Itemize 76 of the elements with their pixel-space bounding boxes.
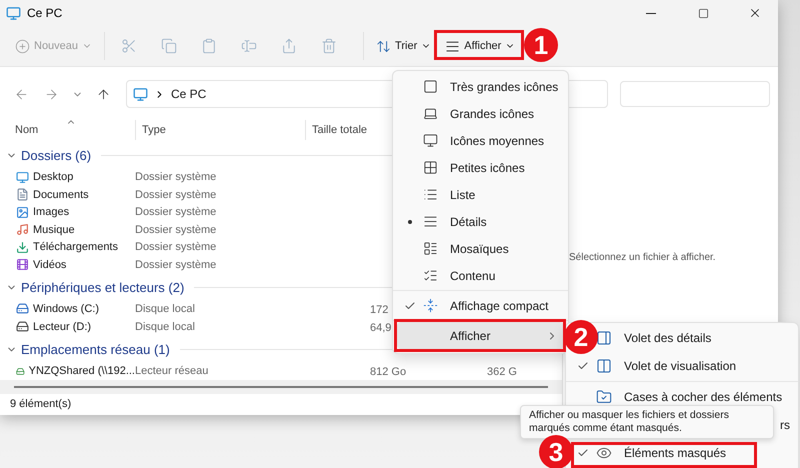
document-icon bbox=[16, 188, 29, 202]
menu-item[interactable]: Afficher bbox=[397, 322, 564, 349]
monitor-icon bbox=[16, 170, 29, 184]
file-type: Dossier système bbox=[135, 171, 218, 184]
file-size: 172 bbox=[370, 304, 388, 316]
window-title: Ce PC bbox=[27, 6, 64, 20]
panel-icon bbox=[596, 358, 612, 374]
menu-item[interactable]: Petites icônes bbox=[397, 154, 564, 181]
group-title[interactable]: Dossiers (6) bbox=[21, 148, 92, 164]
monitor-icon bbox=[6, 6, 21, 20]
file-name[interactable]: Documents bbox=[0, 188, 135, 202]
file-type: Lecteur réseau bbox=[135, 365, 210, 378]
file-name[interactable]: YNZQShared (\\192... bbox=[0, 364, 135, 378]
monitor-icon bbox=[423, 133, 438, 148]
menu-item[interactable]: Détails bbox=[397, 208, 564, 235]
file-type: Dossier système bbox=[135, 224, 218, 236]
image-icon bbox=[16, 206, 29, 219]
plus-icon bbox=[15, 38, 30, 54]
drive-icon bbox=[16, 320, 29, 334]
preview-message: Sélectionnez un fichier à afficher. bbox=[569, 252, 716, 263]
file-name[interactable]: Lecteur (D:) bbox=[0, 320, 135, 334]
column-header[interactable]: Type bbox=[135, 120, 305, 140]
file-name[interactable]: Téléchargements bbox=[0, 240, 135, 254]
file-type: Dossier système bbox=[135, 258, 218, 271]
group-title[interactable]: Emplacements réseau (1) bbox=[21, 342, 170, 357]
file-size: 64,9 bbox=[370, 322, 392, 334]
file-type: Disque local bbox=[135, 320, 196, 333]
lines-icon bbox=[423, 214, 438, 229]
file-name[interactable]: Images bbox=[0, 206, 135, 219]
file-type: Dossier système bbox=[135, 206, 218, 218]
drive-icon bbox=[16, 302, 29, 316]
address-path: Ce PC bbox=[171, 87, 206, 101]
grid-icon bbox=[423, 160, 438, 175]
menu-item[interactable]: Liste bbox=[397, 181, 564, 208]
file-name[interactable]: Desktop bbox=[0, 170, 135, 184]
menu-item[interactable]: Volet de visualisation bbox=[624, 359, 736, 373]
square-icon bbox=[423, 79, 438, 94]
menu-item[interactable]: Icônes moyennes bbox=[397, 127, 564, 154]
scrollbar[interactable] bbox=[0, 380, 562, 394]
maximize-icon bbox=[698, 8, 708, 18]
fold-icon bbox=[423, 298, 438, 313]
search-field[interactable] bbox=[620, 81, 770, 107]
item-count: 9 élément(s) bbox=[10, 398, 72, 410]
panel-icon bbox=[596, 330, 612, 346]
minimize-icon bbox=[646, 12, 656, 14]
group-title[interactable]: Périphériques et lecteurs (2) bbox=[21, 280, 184, 295]
sort-icon bbox=[376, 38, 392, 54]
menu-item[interactable]: Volet des détails bbox=[624, 331, 712, 345]
file-name[interactable]: Vidéos bbox=[0, 258, 135, 272]
menu-item[interactable]: Mosaïques bbox=[397, 235, 564, 262]
music-note-icon bbox=[16, 223, 29, 236]
file-name[interactable]: Musique bbox=[0, 223, 135, 236]
column-header[interactable]: Nom bbox=[0, 120, 135, 140]
sort-button[interactable]: Trier bbox=[373, 31, 434, 61]
menu-item[interactable]: Contenu bbox=[397, 262, 564, 289]
film-icon bbox=[16, 258, 29, 272]
menu-item[interactable]: rs bbox=[780, 418, 790, 432]
lines-icon bbox=[445, 38, 460, 54]
menu-item[interactable]: Cases à cocher des éléments bbox=[624, 390, 782, 404]
list-layout-icon bbox=[423, 241, 438, 256]
file-name[interactable]: Windows (C:) bbox=[0, 302, 135, 316]
checklist-icon bbox=[423, 268, 438, 283]
folder-check-icon bbox=[596, 389, 612, 405]
laptop-icon bbox=[423, 106, 438, 121]
file-size: 812 Go bbox=[370, 366, 406, 378]
file-type: Dossier système bbox=[135, 241, 218, 254]
file-type: Disque local bbox=[135, 302, 196, 315]
monitor-icon bbox=[133, 86, 148, 102]
file-type: Dossier système bbox=[135, 188, 218, 201]
tooltip: Afficher ou masquer les fichiers et dossiers marqués comme étant masqués. bbox=[520, 405, 774, 439]
download-icon bbox=[16, 240, 29, 254]
menu-item[interactable]: Éléments masqués bbox=[624, 446, 726, 460]
menu-item[interactable]: Affichage compact bbox=[397, 292, 564, 319]
view-button[interactable]: Afficher bbox=[442, 31, 518, 61]
eye-icon bbox=[596, 445, 612, 461]
free-space: 362 G bbox=[487, 366, 517, 378]
